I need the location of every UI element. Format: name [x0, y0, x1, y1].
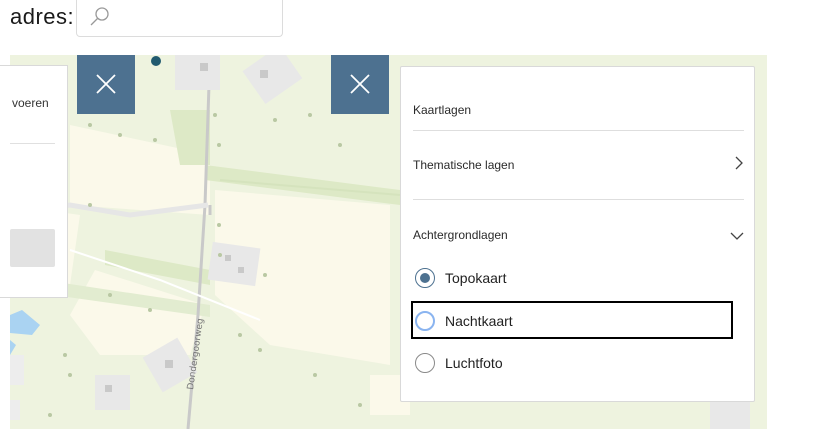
- close-icon: [96, 74, 116, 94]
- left-panel: voeren: [0, 65, 68, 298]
- map-marker[interactable]: [151, 56, 161, 66]
- address-search-input[interactable]: [76, 0, 283, 37]
- divider: [413, 130, 744, 131]
- radio-button-checked[interactable]: [415, 268, 435, 288]
- address-label: adres:: [10, 4, 75, 29]
- close-icon: [350, 74, 370, 94]
- thematic-layers-label: Thematische lagen: [413, 158, 515, 172]
- top-bar: adres:: [0, 0, 813, 55]
- chevron-right-icon: [734, 156, 744, 173]
- left-panel-button[interactable]: [10, 229, 55, 267]
- radio-luchtfoto[interactable]: Luchtfoto: [415, 352, 615, 376]
- left-panel-divider: [10, 143, 55, 144]
- layers-panel-title: Kaartlagen: [413, 103, 472, 117]
- radio-label-luchtfoto: Luchtfoto: [445, 355, 503, 371]
- search-icon: [90, 7, 109, 26]
- background-layers-label: Achtergrondlagen: [413, 228, 508, 242]
- focus-outline: [411, 301, 733, 339]
- left-panel-text: voeren: [12, 96, 49, 110]
- thematic-layers-toggle[interactable]: Thematische lagen: [413, 156, 744, 178]
- radio-label-topokaart: Topokaart: [445, 270, 507, 286]
- radio-topokaart[interactable]: Topokaart: [415, 267, 615, 291]
- radio-button-unchecked[interactable]: [415, 353, 435, 373]
- divider: [413, 199, 744, 200]
- background-layers-toggle[interactable]: Achtergrondlagen: [413, 228, 744, 248]
- close-left-panel-button[interactable]: [77, 55, 135, 114]
- layers-panel: Kaartlagen Thematische lagen Achtergrond…: [400, 66, 755, 402]
- chevron-down-icon: [730, 228, 744, 244]
- close-layers-panel-button[interactable]: [331, 55, 389, 114]
